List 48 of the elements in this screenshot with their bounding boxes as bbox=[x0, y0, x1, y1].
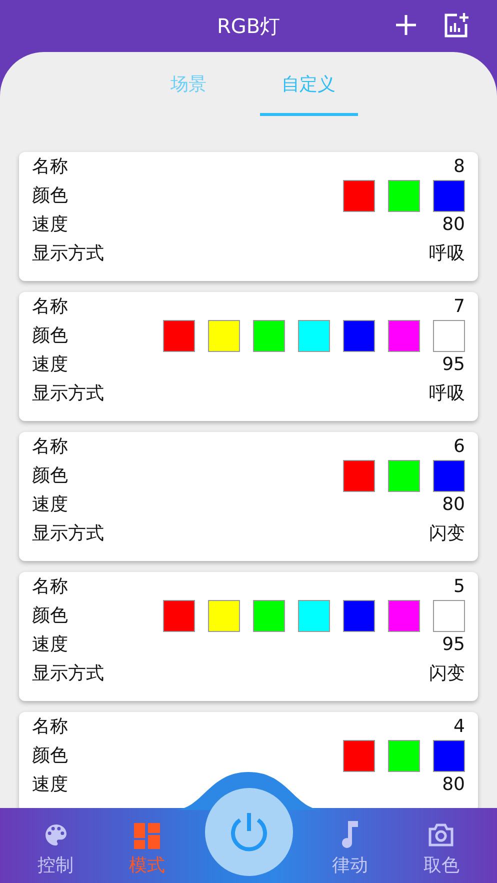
field-value: 8 bbox=[454, 156, 465, 176]
power-icon bbox=[229, 811, 269, 853]
mode-card[interactable]: 名称 4 颜色 速度 80 bbox=[19, 712, 478, 808]
app-title: RGB灯 bbox=[216, 12, 280, 40]
field-value: 80 bbox=[442, 774, 465, 794]
field-label: 显示方式 bbox=[32, 384, 104, 404]
nav-tab[interactable]: 律动 bbox=[314, 821, 385, 877]
mode-card[interactable]: 名称 5 颜色 速度 95 显示方式 闪变 bbox=[19, 572, 478, 701]
field-label: 颜色 bbox=[32, 186, 68, 206]
field-label: 速度 bbox=[32, 774, 68, 794]
field-value: 6 bbox=[454, 436, 465, 456]
field-label: 颜色 bbox=[32, 746, 68, 766]
field-label: 速度 bbox=[32, 354, 68, 374]
field-label: 名称 bbox=[32, 436, 68, 456]
field-label: 速度 bbox=[32, 494, 68, 514]
field-value: 95 bbox=[442, 634, 465, 654]
field-label: 颜色 bbox=[32, 326, 68, 346]
field-value: 闪变 bbox=[429, 664, 465, 684]
field-label: 显示方式 bbox=[32, 664, 104, 684]
field-label: 速度 bbox=[32, 214, 68, 234]
nav-tab[interactable]: 控制 bbox=[20, 821, 91, 877]
field-value: 5 bbox=[454, 576, 465, 596]
music-note-icon bbox=[340, 821, 360, 849]
mode-card[interactable]: 名称 7 颜色 速度 95 显示方式 呼吸 bbox=[19, 292, 478, 421]
field-value: 7 bbox=[454, 296, 465, 316]
add-icon[interactable] bbox=[395, 14, 417, 36]
field-value: 呼吸 bbox=[429, 384, 465, 404]
field-value: 4 bbox=[454, 716, 465, 736]
field-label: 显示方式 bbox=[32, 524, 104, 544]
mode-card[interactable]: 名称 6 颜色 速度 80 显示方式 闪变 bbox=[19, 432, 478, 561]
field-value: 呼吸 bbox=[429, 244, 465, 264]
field-label: 名称 bbox=[32, 156, 68, 176]
field-label: 名称 bbox=[32, 716, 68, 736]
grid-icon bbox=[134, 823, 160, 849]
field-label: 名称 bbox=[32, 576, 68, 596]
field-label: 速度 bbox=[32, 634, 68, 654]
mode-card[interactable]: 名称 8 颜色 速度 80 显示方式 呼吸 bbox=[19, 152, 478, 281]
field-value: 80 bbox=[442, 494, 465, 514]
field-value: 80 bbox=[442, 214, 465, 234]
field-label: 颜色 bbox=[32, 606, 68, 626]
add-chart-icon[interactable] bbox=[443, 12, 469, 38]
camera-icon bbox=[427, 821, 456, 849]
field-label: 颜色 bbox=[32, 466, 68, 486]
field-label: 名称 bbox=[32, 296, 68, 316]
field-label: 显示方式 bbox=[32, 244, 104, 264]
field-value: 95 bbox=[442, 354, 465, 374]
nav-tab[interactable]: 取色 bbox=[406, 821, 476, 877]
field-value: 闪变 bbox=[429, 524, 465, 544]
